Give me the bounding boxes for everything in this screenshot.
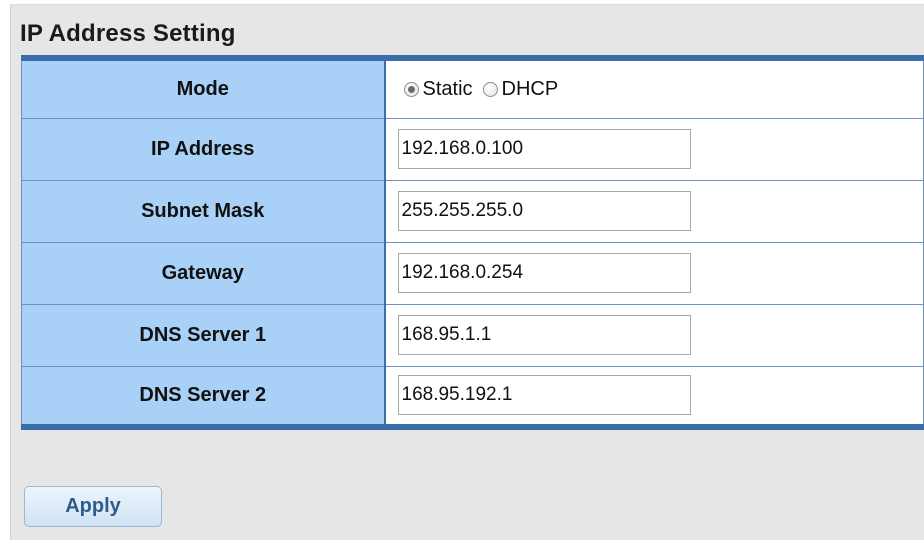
settings-panel: IP Address Setting Mode Static DHCP IP A… (10, 4, 924, 540)
subnet-mask-input[interactable] (397, 191, 691, 231)
mode-label: Mode (21, 58, 386, 119)
dhcp-radio-label[interactable]: DHCP (502, 78, 559, 101)
gateway-input[interactable] (397, 253, 691, 293)
dns-server-1-label: DNS Server 1 (21, 304, 386, 367)
ip-address-label: IP Address (21, 118, 386, 181)
subnet-mask-row: Subnet Mask (21, 180, 924, 243)
static-radio[interactable] (403, 81, 419, 97)
dns-server-2-input[interactable] (397, 375, 691, 416)
dns-server-1-value-cell (384, 304, 924, 367)
gateway-value-cell (384, 242, 924, 305)
dns-server-1-input[interactable] (397, 315, 691, 355)
dns-server-1-row: DNS Server 1 (21, 304, 924, 367)
ip-settings-table: Mode Static DHCP IP Address Subnet Ma (21, 55, 924, 430)
dns-server-2-value-cell (384, 366, 924, 427)
gateway-label: Gateway (21, 242, 386, 305)
ip-address-value-cell (384, 118, 924, 181)
dns-server-2-label: DNS Server 2 (21, 366, 386, 427)
page: IP Address Setting Mode Static DHCP IP A… (0, 0, 924, 540)
apply-button[interactable]: Apply (24, 486, 162, 527)
dns-server-2-row: DNS Server 2 (21, 366, 924, 427)
mode-radio-group: Static DHCP (398, 78, 924, 101)
mode-row: Mode Static DHCP (21, 58, 924, 119)
mode-value-cell: Static DHCP (384, 58, 924, 119)
subnet-mask-value-cell (384, 180, 924, 243)
ip-address-row: IP Address (21, 118, 924, 181)
section-title: IP Address Setting (20, 20, 236, 47)
gateway-row: Gateway (21, 242, 924, 305)
subnet-mask-label: Subnet Mask (21, 180, 386, 243)
dhcp-radio[interactable] (482, 81, 498, 97)
static-radio-label[interactable]: Static (423, 78, 473, 101)
ip-address-input[interactable] (397, 129, 691, 169)
